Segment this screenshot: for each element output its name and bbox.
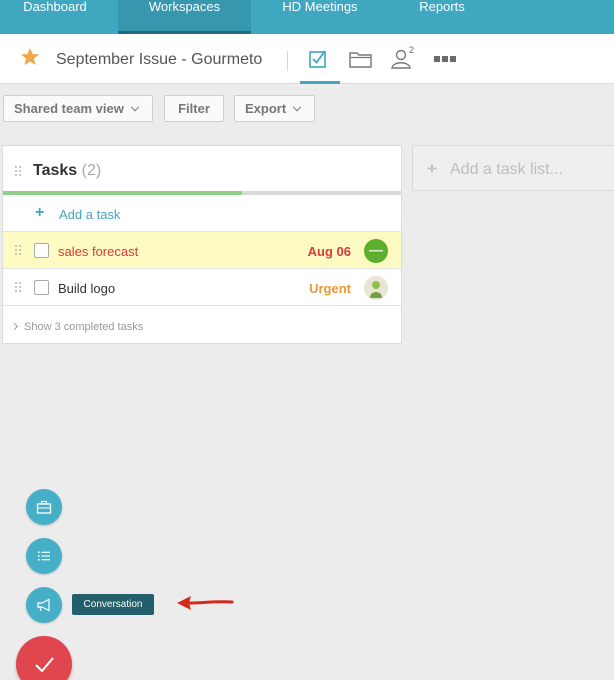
conversation-tooltip: Conversation (72, 594, 154, 615)
task-list-card: Tasks (2) + Add a task sales forecast Au… (2, 145, 402, 344)
nav-dashboard-label: Dashboard (23, 0, 87, 14)
show-completed-label: Show 3 completed tasks (24, 321, 144, 333)
add-task-label: Add a task (59, 207, 121, 222)
fab-main-button[interactable] (16, 636, 72, 680)
project-title: September Issue - Gourmeto (56, 51, 263, 68)
task-due-date[interactable]: Aug 06 (308, 244, 351, 259)
task-list-title-text: Tasks (33, 162, 78, 179)
nav-hd-meetings-label: HD Meetings (282, 0, 358, 14)
megaphone-icon (37, 598, 50, 612)
briefcase-icon (36, 500, 52, 514)
annotation-arrow-icon (177, 596, 234, 610)
add-task-list-button[interactable]: + Add a task list... (412, 145, 614, 191)
project-header: September Issue - Gourmeto 2 (0, 34, 614, 84)
more-icon[interactable] (433, 46, 459, 72)
task-name[interactable]: sales forecast (58, 244, 138, 259)
task-name[interactable]: Build logo (58, 281, 115, 296)
plus-icon: + (427, 159, 437, 178)
folder-icon[interactable] (348, 46, 374, 72)
filter-button[interactable]: Filter (164, 95, 224, 122)
fab-list-button[interactable] (26, 538, 62, 574)
header-divider (287, 51, 288, 71)
drag-handle-icon[interactable] (15, 282, 23, 293)
view-select[interactable]: Shared team view (3, 95, 153, 122)
assignee-photo-icon (364, 276, 388, 300)
export-select-label: Export (245, 101, 287, 116)
nav-dashboard[interactable]: Dashboard (0, 0, 110, 34)
nav-reports-label: Reports (419, 0, 465, 14)
task-list-header: Tasks (2) (3, 146, 401, 195)
assignee-logo-icon (364, 239, 388, 263)
nav-hd-meetings[interactable]: HD Meetings (262, 0, 378, 34)
plus-icon: + (35, 204, 45, 221)
task-priority[interactable]: Urgent (309, 281, 351, 296)
nav-reports[interactable]: Reports (396, 0, 488, 34)
list-icon (38, 551, 50, 561)
view-select-label: Shared team view (14, 101, 124, 116)
drag-handle-icon[interactable] (15, 166, 23, 177)
filter-button-label: Filter (178, 101, 210, 116)
task-row[interactable]: sales forecast Aug 06 (3, 232, 401, 269)
members-count: 2 (409, 45, 415, 55)
avatar[interactable] (364, 276, 388, 300)
tasks-icon[interactable] (306, 46, 332, 72)
chevron-down-icon (130, 102, 140, 112)
top-nav: Dashboard Workspaces HD Meetings Reports (0, 0, 614, 34)
chevron-down-icon (292, 102, 302, 112)
task-checkbox[interactable] (34, 280, 49, 295)
task-checkbox[interactable] (34, 243, 49, 258)
fab-conversation-button[interactable] (26, 587, 62, 623)
checkmark-icon (35, 657, 54, 673)
task-list-title[interactable]: Tasks (2) (33, 162, 101, 180)
fab-briefcase-button[interactable] (26, 489, 62, 525)
task-row[interactable]: Build logo Urgent (3, 269, 401, 306)
show-completed-toggle[interactable]: Show 3 completed tasks (3, 308, 401, 344)
nav-workspaces-label: Workspaces (148, 0, 221, 14)
chevron-right-icon (10, 322, 19, 331)
add-task-button[interactable]: + Add a task (3, 195, 401, 232)
task-list-count: (2) (81, 162, 102, 179)
tasks-tab-indicator (300, 81, 340, 84)
star-icon[interactable] (20, 47, 40, 67)
avatar[interactable] (364, 239, 388, 263)
drag-handle-icon[interactable] (15, 245, 23, 256)
export-select[interactable]: Export (234, 95, 315, 122)
add-task-list-label: Add a task list... (450, 161, 563, 178)
nav-workspaces[interactable]: Workspaces (118, 0, 251, 34)
